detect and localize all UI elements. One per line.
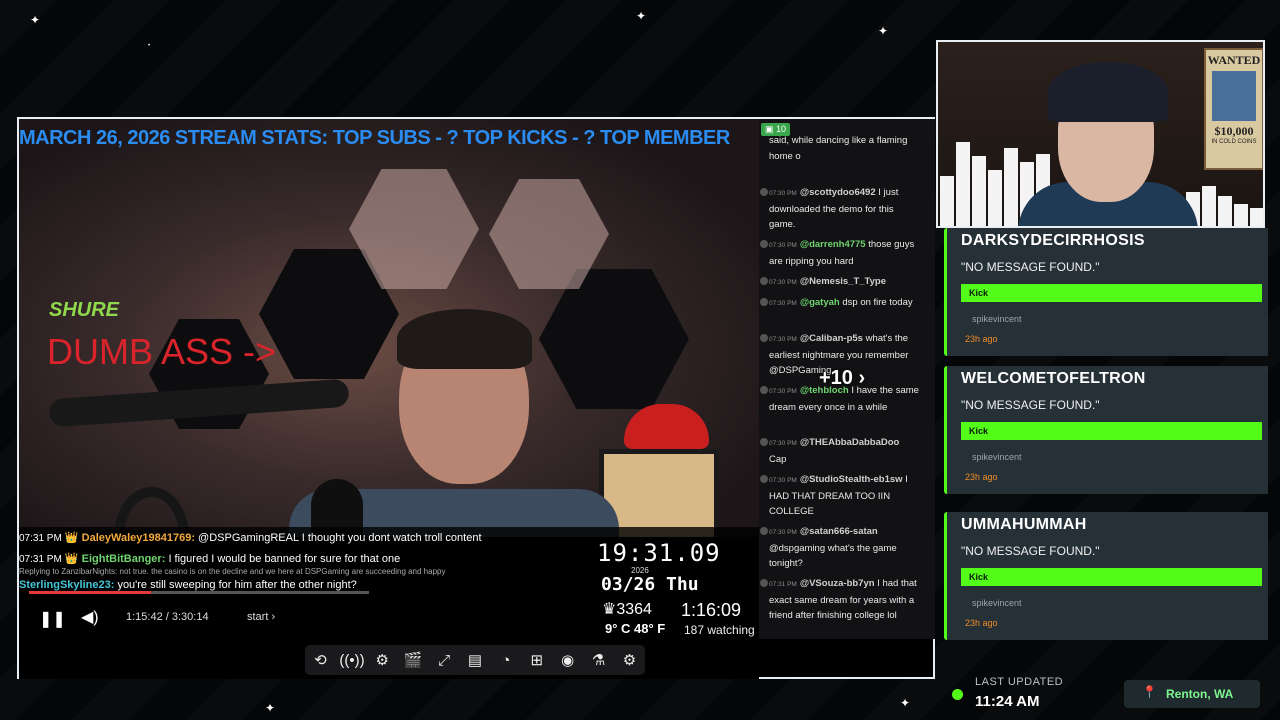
star-icon: ✦ bbox=[30, 13, 41, 27]
chat-message: 07:30 PM @StudioStealth-eb1sw I HAD THAT … bbox=[760, 472, 919, 520]
kick-badge: Kick bbox=[961, 422, 1262, 440]
audio-bar bbox=[956, 142, 970, 226]
seek-bar[interactable] bbox=[29, 591, 369, 594]
kick-badge: Kick bbox=[961, 568, 1262, 586]
pause-icon[interactable]: ❚❚ bbox=[39, 609, 66, 629]
chat-message: 07:30 PM @scottydoo6492 I just downloaded… bbox=[760, 185, 919, 233]
wanted-photo bbox=[1212, 71, 1256, 121]
star-icon: ✦ bbox=[636, 9, 647, 23]
star-icon: • bbox=[148, 43, 151, 49]
video-chat-line: 07:31 PM 👑 EightBitBanger: I figured I w… bbox=[19, 553, 401, 565]
status-dot-icon bbox=[952, 689, 963, 700]
start-link[interactable]: start › bbox=[247, 611, 275, 623]
clapper-icon[interactable]: 🎬 bbox=[401, 651, 425, 669]
audio-bar bbox=[1234, 204, 1248, 226]
star-icon: ✦ bbox=[878, 24, 889, 38]
clock-time: 19:31.09 bbox=[597, 539, 721, 567]
kick-card: UMMAHUMMAH "NO MESSAGE FOUND." Kick spik… bbox=[944, 512, 1268, 640]
chat-message: 07:30 PM @gatyah dsp on fire today bbox=[760, 295, 919, 312]
video-chat-line: SterlingSkyline23: you're still sweeping… bbox=[19, 579, 357, 591]
chat-message: 07:30 PM @darrenh4775 those guys are ripp… bbox=[760, 237, 919, 269]
resize-icon[interactable]: ⤢ bbox=[432, 652, 456, 669]
repeat-icon[interactable]: ⟲ bbox=[308, 651, 332, 669]
streamer-hair bbox=[397, 309, 532, 369]
mic-brand-label: SHURE bbox=[49, 299, 120, 321]
playback-time: 1:15:42 / 3:30:14 bbox=[126, 611, 209, 623]
gear-video-icon[interactable]: ⚙ bbox=[370, 651, 394, 669]
add-icon[interactable]: ⊞ bbox=[525, 651, 549, 669]
audio-bar bbox=[1250, 208, 1263, 226]
clip-icon[interactable]: ▤ bbox=[463, 651, 487, 669]
settings-icon[interactable]: ⚙ bbox=[618, 651, 642, 669]
audio-bar bbox=[988, 170, 1002, 226]
seek-bar-fill bbox=[29, 591, 152, 594]
audio-bar bbox=[1004, 148, 1018, 226]
audio-bar bbox=[1202, 186, 1216, 226]
temperature: 9° C 48° F bbox=[605, 621, 666, 636]
crown-icon: ♛ bbox=[602, 601, 617, 618]
audio-bar bbox=[972, 156, 986, 226]
chat-count-badge: ▣ 10 bbox=[761, 123, 791, 136]
video-chat-line: 07:31 PM 👑 DaleyWaley19841769: @DSPGamin… bbox=[19, 532, 482, 544]
uptime: 1:16:09 bbox=[681, 600, 742, 620]
stream-player[interactable]: SHURE DUMB ASS -> MARCH 26, 2026 STREAM … bbox=[17, 117, 935, 679]
viewer-count: ♛3364 bbox=[602, 601, 652, 618]
avatar-hair bbox=[1048, 62, 1168, 122]
location-badge: 📍 Renton, WA bbox=[1124, 680, 1260, 708]
audio-bar bbox=[1218, 196, 1232, 226]
audio-bar bbox=[940, 176, 954, 226]
clock-date: 03/26 Thu bbox=[601, 574, 699, 595]
star-icon: ✦ bbox=[265, 701, 276, 715]
speed-icon[interactable]: ◔ bbox=[494, 652, 518, 669]
mario-hat bbox=[624, 404, 709, 449]
location-pin-icon: 📍 bbox=[1142, 685, 1157, 699]
extension-toolbar: ⟲ ((•)) ⚙ 🎬 ⤢ ▤ ◔ ⊞ ◉ ⚗ ⚙ bbox=[305, 645, 645, 675]
stats-ticker: MARCH 26, 2026 STREAM STATS: TOP SUBS - … bbox=[19, 127, 730, 149]
overlay-arrow-text: DUMB ASS -> bbox=[47, 331, 277, 372]
volume-icon[interactable]: ◀) bbox=[81, 607, 99, 627]
chat-message: 07:30 PM @Nemesis_T_Type bbox=[760, 274, 919, 291]
chat-message: 07:30 PM @THEAbbaDabbaDoo Cap bbox=[760, 435, 919, 467]
star-icon: ✦ bbox=[900, 696, 911, 710]
watching-count: 187 watching bbox=[684, 623, 755, 637]
broadcast-icon[interactable]: ((•)) bbox=[339, 652, 364, 669]
kick-badge: Kick bbox=[961, 284, 1262, 302]
camera-icon[interactable]: ◉ bbox=[556, 651, 580, 669]
reply-note: Replying to ZanzibarNights: not true. th… bbox=[19, 567, 446, 576]
recent-kicks-panel: DARKSYDECIRRHOSIS "NO MESSAGE FOUND." Ki… bbox=[938, 228, 1268, 658]
kick-card: DARKSYDECIRRHOSIS "NO MESSAGE FOUND." Ki… bbox=[944, 228, 1268, 356]
chat-message: 07:30 PM @satan666-satan @dspgaming what'… bbox=[760, 524, 919, 572]
skip-forward-button[interactable]: +10 › bbox=[819, 367, 865, 390]
chat-message: 07:31 PM @VSouza-bb7yn I had that exact s… bbox=[760, 576, 919, 624]
kick-card: WELCOMETOFELTRON "NO MESSAGE FOUND." Kic… bbox=[944, 366, 1268, 494]
chat-message: said, while dancing like a flaming home … bbox=[769, 135, 908, 162]
flask-icon[interactable]: ⚗ bbox=[587, 651, 611, 669]
hex-panel bbox=[539, 269, 689, 409]
video-feed[interactable]: SHURE DUMB ASS -> MARCH 26, 2026 STREAM … bbox=[19, 119, 759, 537]
webcam-overlay: WANTED $10,000 IN COLD COINS bbox=[936, 40, 1265, 228]
wanted-poster: WANTED $10,000 IN COLD COINS bbox=[1204, 48, 1263, 170]
